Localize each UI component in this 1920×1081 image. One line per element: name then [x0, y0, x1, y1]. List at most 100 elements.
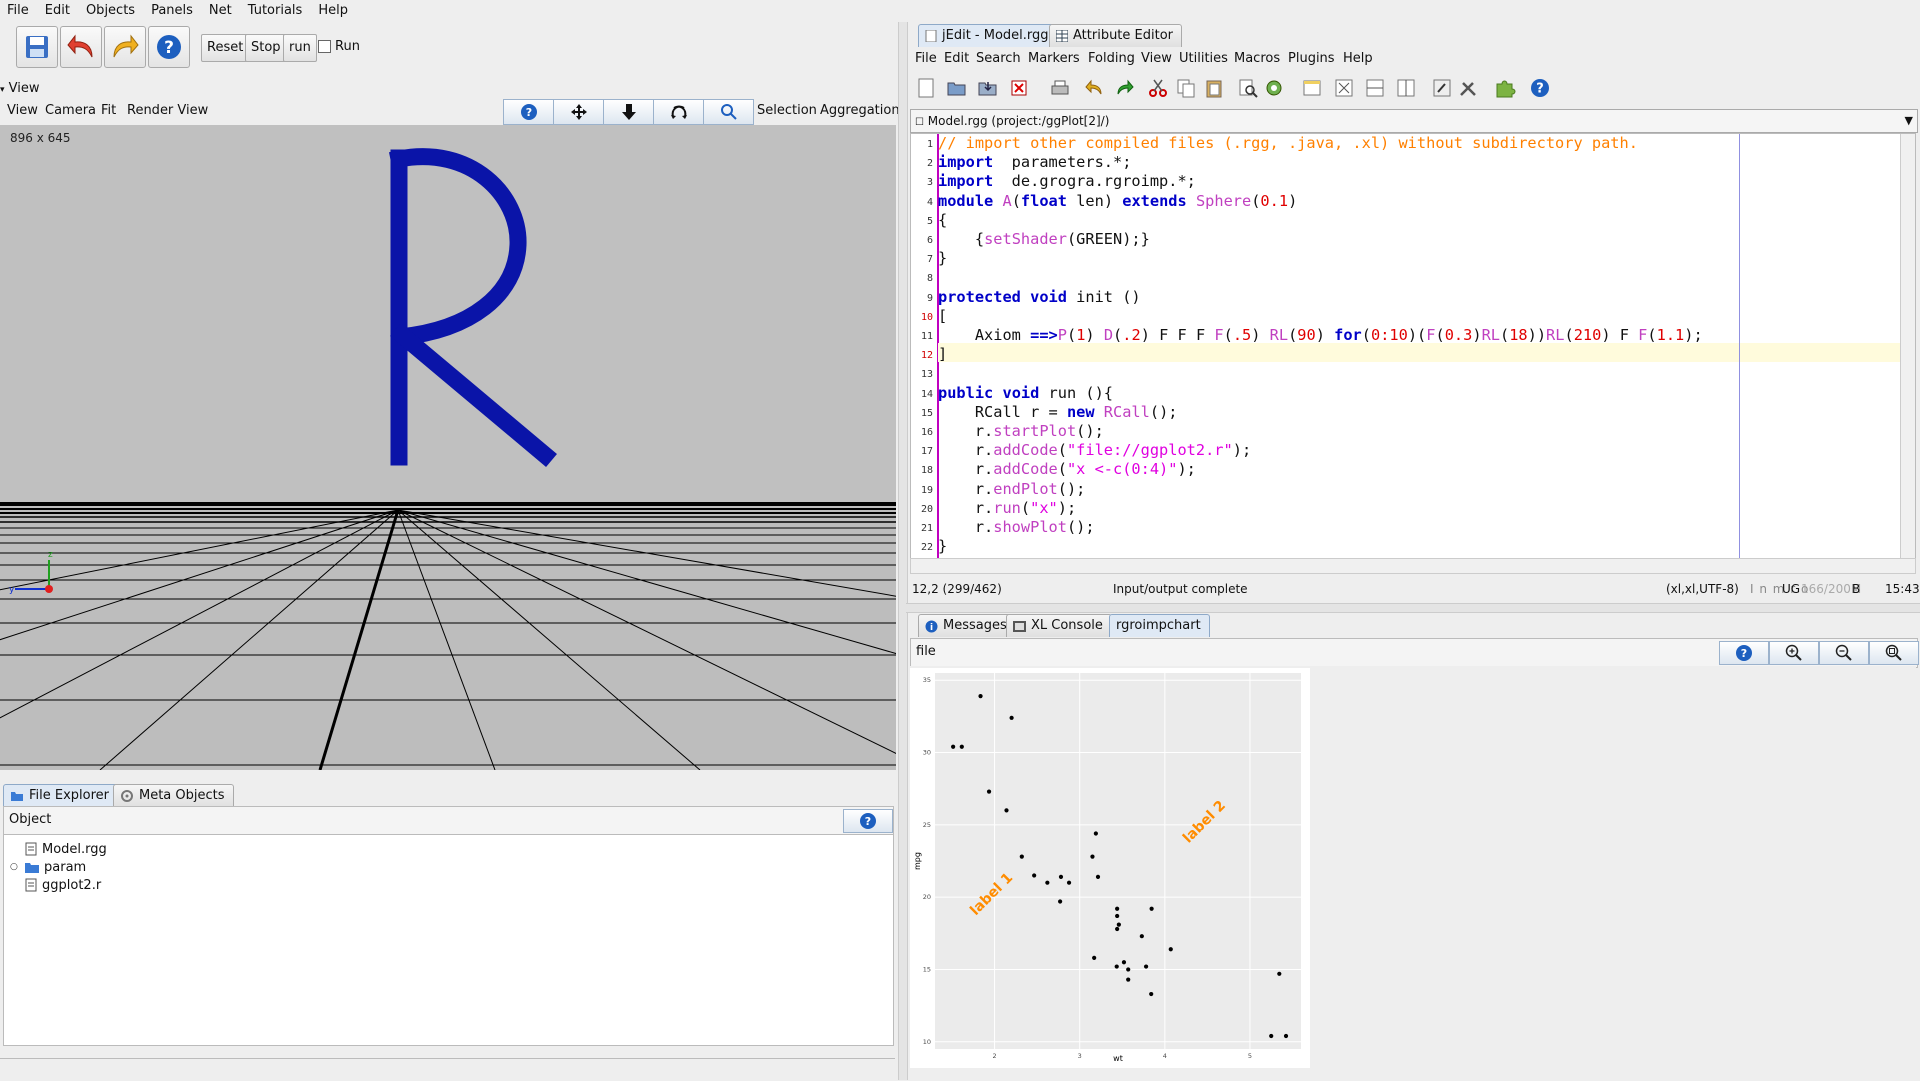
editor-menu-plugins[interactable]: Plugins: [1288, 48, 1335, 70]
menu-panels[interactable]: Panels: [144, 0, 202, 22]
code-line: [: [938, 306, 948, 325]
editor-menu-search[interactable]: Search: [976, 48, 1021, 70]
tree-item-ggplot2-r[interactable]: ggplot2.r: [24, 876, 101, 894]
editor-help-button[interactable]: ?: [1528, 76, 1552, 100]
split-vertical-button[interactable]: [1394, 76, 1418, 100]
console-icon: [1013, 620, 1026, 632]
code-line: }: [938, 537, 948, 556]
cut-button[interactable]: [1146, 76, 1170, 100]
menu-edit[interactable]: Edit: [38, 0, 79, 22]
editor-menu-view[interactable]: View: [1141, 48, 1172, 70]
code-line: import de.grogra.rgroimp.*;: [938, 172, 1196, 191]
plot-image[interactable]: 2 3 4 5 10 15 20 25 30 35 label 1 label 2 wt mpg: [910, 668, 1310, 1068]
view-help-button[interactable]: ?: [503, 99, 554, 125]
save-file-button[interactable]: [976, 76, 1000, 100]
close-file-button[interactable]: [1007, 76, 1031, 100]
unsplit-button[interactable]: [1332, 76, 1356, 100]
view-zoom-button[interactable]: [703, 99, 754, 125]
view-rotate-button[interactable]: [653, 99, 704, 125]
vertical-scrollbar[interactable]: [1900, 134, 1915, 559]
save-button[interactable]: [16, 26, 58, 68]
chart-file-label[interactable]: file: [916, 644, 936, 659]
tab-meta-objects[interactable]: Meta Objects: [113, 784, 234, 807]
tree-item-model-rgg[interactable]: Model.rgg: [24, 840, 107, 858]
view-move-button[interactable]: [553, 99, 604, 125]
tab-attribute-editor[interactable]: Attribute Editor: [1049, 24, 1183, 47]
menu-tutorials[interactable]: Tutorials: [241, 0, 312, 22]
new-file-button[interactable]: [914, 76, 938, 100]
redo-edit-button[interactable]: [1112, 76, 1136, 100]
open-button[interactable]: [945, 76, 969, 100]
code-line: r.endPlot();: [938, 479, 1086, 498]
expand-icon[interactable]: ○: [10, 862, 20, 872]
chevron-down-icon[interactable]: ▼: [1905, 110, 1913, 132]
editor-menu-edit[interactable]: Edit: [944, 48, 969, 70]
horizontal-splitter[interactable]: [906, 603, 1920, 613]
scissors-icon: [1149, 79, 1167, 97]
code-editor[interactable]: 1 2 3 4 5 6 7 8 9 10 11 12 13 14 15 16 17 18 19 20 21 22 // i…: [910, 133, 1916, 560]
line-number: 14: [920, 388, 933, 400]
split-horizontal-button[interactable]: [1363, 76, 1387, 100]
print-button[interactable]: [1048, 76, 1072, 100]
data-point: [978, 694, 983, 699]
tab-messages[interactable]: i Messages: [918, 614, 1016, 637]
plugin-manager-button[interactable]: [1493, 76, 1517, 100]
editor-menu-macros[interactable]: Macros: [1234, 48, 1280, 70]
menu-net[interactable]: Net: [202, 0, 241, 22]
find-button[interactable]: [1236, 76, 1260, 100]
zoom-out-button[interactable]: [1819, 641, 1869, 665]
horizontal-scrollbar[interactable]: [910, 558, 1916, 574]
3d-viewport[interactable]: z y: [0, 125, 896, 770]
run-button[interactable]: run: [283, 34, 317, 62]
menu-file[interactable]: File: [0, 0, 38, 22]
tab-jedit-model[interactable]: jEdit - Model.rgg: [918, 24, 1058, 47]
editor-menu-file[interactable]: File: [915, 48, 937, 70]
menu-objects[interactable]: Objects: [79, 0, 144, 22]
view-menu-render-view[interactable]: Render View: [127, 99, 208, 123]
file-explorer-help-button[interactable]: ?: [843, 809, 893, 833]
zoom-fit-button[interactable]: [1869, 641, 1919, 665]
view-menu-camera[interactable]: Camera: [45, 99, 96, 123]
collapse-icon[interactable]: ▾: [0, 85, 5, 95]
new-view-button[interactable]: [1300, 76, 1324, 100]
editor-menu-markers[interactable]: Markers: [1028, 48, 1080, 70]
menu-help[interactable]: Help: [311, 0, 357, 22]
view-menu-view[interactable]: View: [7, 99, 38, 123]
paste-button[interactable]: [1202, 76, 1226, 100]
help-button[interactable]: ?: [148, 26, 190, 68]
editor-menu-utilities[interactable]: Utilities: [1179, 48, 1228, 70]
redo-button[interactable]: [104, 26, 146, 68]
buffer-path: Model.rgg (project:/ggPlot[2]/): [927, 114, 1110, 128]
zoom-icon: [720, 104, 737, 120]
find-replace-button[interactable]: [1262, 76, 1286, 100]
stop-button[interactable]: Stop: [245, 34, 287, 62]
editor-menu-help[interactable]: Help: [1343, 48, 1373, 70]
view-aggregation[interactable]: Aggregation: [820, 99, 900, 123]
view-selection[interactable]: Selection: [757, 99, 817, 123]
undo-button[interactable]: [60, 26, 102, 68]
run-checkbox[interactable]: Run: [318, 39, 360, 54]
svg-text:?: ?: [1741, 647, 1747, 660]
split-vertical-icon: [1397, 79, 1415, 97]
svg-text:i: i: [930, 623, 933, 633]
copy-button[interactable]: [1174, 76, 1198, 100]
chart-help-button[interactable]: ?: [1719, 641, 1769, 665]
view-dolly-button[interactable]: [603, 99, 654, 125]
buffer-options-button[interactable]: [1430, 76, 1454, 100]
tab-rgroimpchart[interactable]: rgroimpchart: [1109, 614, 1210, 637]
data-point: [1019, 854, 1024, 859]
buffer-mode[interactable]: (xl,xl,UTF-8): [1666, 578, 1739, 600]
code-line: module A(float len) extends Sphere(0.1): [938, 191, 1298, 210]
view-menu-fit[interactable]: Fit: [101, 99, 116, 123]
vertical-splitter[interactable]: [898, 22, 908, 1080]
undo-edit-button[interactable]: [1083, 76, 1107, 100]
reset-button[interactable]: Reset: [201, 34, 250, 62]
tree-item-param[interactable]: ○ param: [10, 858, 86, 876]
zoom-in-button[interactable]: [1769, 641, 1819, 665]
tab-file-explorer[interactable]: File Explorer: [3, 784, 119, 807]
code-line: RCall r = new RCall();: [938, 402, 1178, 421]
tab-xl-console[interactable]: XL Console: [1006, 614, 1112, 637]
editor-menu-folding[interactable]: Folding: [1088, 48, 1135, 70]
global-options-button[interactable]: [1456, 76, 1480, 100]
buffer-path-bar[interactable]: ☐ Model.rgg (project:/ggPlot[2]/) ▼: [910, 109, 1918, 133]
